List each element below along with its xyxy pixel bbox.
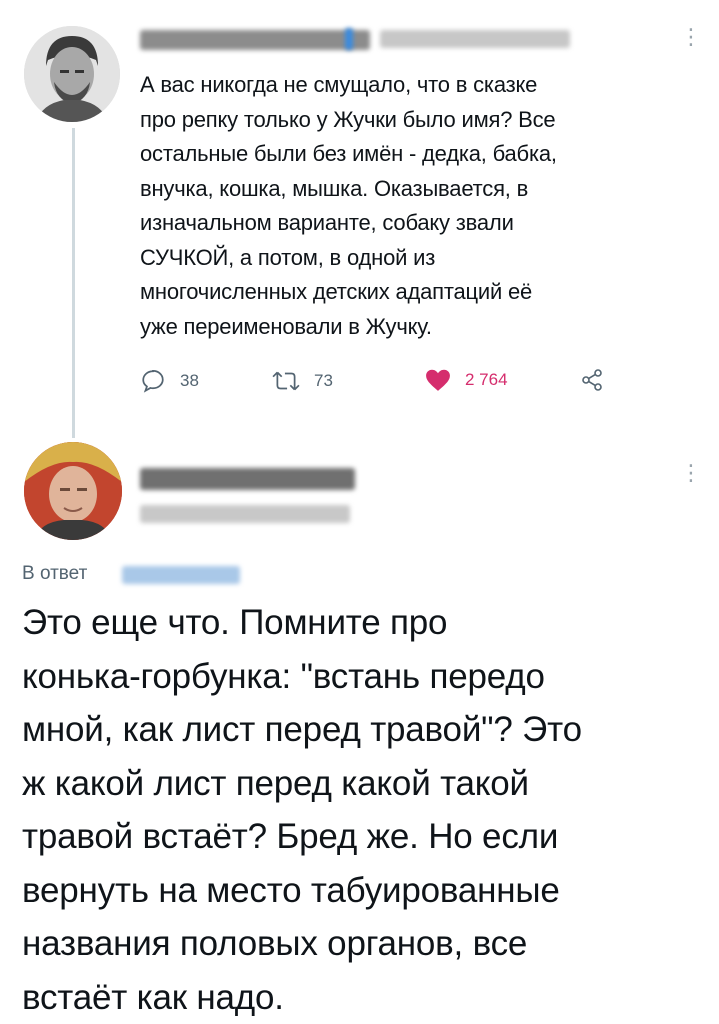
heart-icon xyxy=(426,369,450,391)
retweet-icon xyxy=(272,371,300,391)
reply-tweet-text: Это еще что. Помните про конька-горбунка… xyxy=(22,603,582,1017)
thread-connector-line xyxy=(72,128,75,438)
author-handle-blurred[interactable] xyxy=(380,30,570,48)
reply-count: 38 xyxy=(180,371,199,390)
avatar-photo-icon xyxy=(24,26,120,122)
reply-to-label: В ответ xyxy=(22,563,87,585)
avatar-photo-icon xyxy=(24,442,122,540)
share-icon xyxy=(582,369,602,391)
reply-button[interactable]: 38 xyxy=(140,368,199,394)
like-count: 2 764 xyxy=(465,370,508,389)
reply-author-avatar[interactable] xyxy=(24,442,122,540)
tweet-text: А вас никогда не смущало, что в сказке п… xyxy=(140,72,557,339)
reply-author-name-blurred[interactable] xyxy=(140,468,355,490)
tweet-actions: 38 73 2 764 xyxy=(140,368,620,402)
retweet-count: 73 xyxy=(314,371,333,390)
retweet-button[interactable]: 73 xyxy=(272,368,333,394)
reply-icon xyxy=(142,370,164,393)
reply-to-prefix: В ответ xyxy=(22,563,88,584)
verified-badge-blurred xyxy=(345,28,353,50)
share-button[interactable] xyxy=(580,368,618,392)
reply-author-handle-blurred[interactable] xyxy=(140,505,350,523)
more-icon[interactable]: ⋮ xyxy=(680,26,702,48)
like-button[interactable]: 2 764 xyxy=(425,368,508,392)
author-name-blurred[interactable] xyxy=(140,30,370,50)
author-avatar[interactable] xyxy=(24,26,120,122)
more-icon[interactable]: ⋮ xyxy=(680,462,702,484)
reply-to-handle-blurred[interactable] xyxy=(122,566,240,584)
